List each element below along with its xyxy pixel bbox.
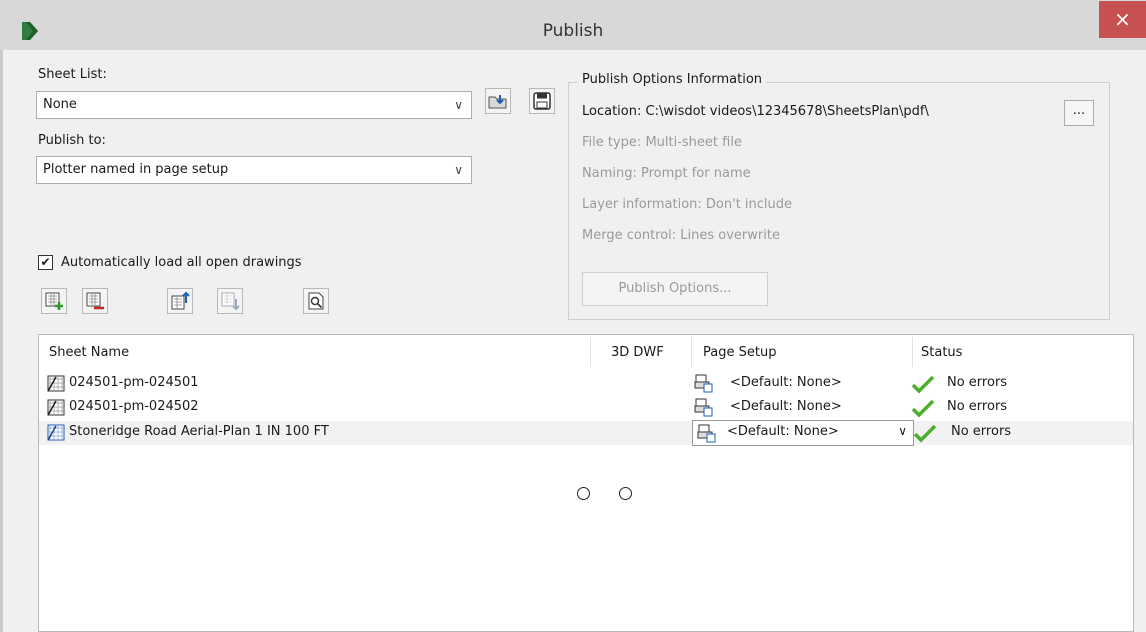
load-sheet-list-icon bbox=[488, 95, 507, 109]
loading-dot-icon bbox=[577, 487, 590, 500]
sheet-list-select[interactable]: None ∨ bbox=[36, 91, 472, 119]
status-text: No errors bbox=[947, 399, 1008, 414]
publish-to-label: Publish to: bbox=[38, 133, 106, 148]
save-sheet-list-button[interactable] bbox=[529, 88, 555, 114]
chevron-down-icon: ∨ bbox=[898, 424, 907, 438]
preview-button[interactable] bbox=[303, 288, 329, 314]
publish-to-select[interactable]: Plotter named in page setup ∨ bbox=[36, 156, 472, 184]
page-setup-select[interactable]: <Default: None> ∨ bbox=[692, 420, 914, 446]
move-sheet-down-icon bbox=[221, 292, 240, 311]
column-divider bbox=[912, 337, 913, 367]
sheet-table: Sheet Name 3D DWF Page Setup Status 0245… bbox=[38, 334, 1134, 632]
publish-options-button[interactable]: Publish Options... bbox=[582, 272, 768, 306]
add-sheets-icon bbox=[45, 292, 63, 310]
column-sheet-name[interactable]: Sheet Name bbox=[49, 345, 129, 360]
publish-dialog: Publish × Sheet List: None ∨ Publish to:… bbox=[0, 0, 1146, 632]
column-page-setup[interactable]: Page Setup bbox=[703, 345, 776, 360]
chevron-down-icon: ∨ bbox=[454, 163, 463, 177]
table-row[interactable]: 024501-pm-024501 <Default: None> No erro… bbox=[39, 372, 1133, 396]
browse-location-button[interactable]: ... bbox=[1064, 100, 1094, 126]
sheet-name: 024501-pm-024501 bbox=[69, 375, 199, 390]
check-icon bbox=[913, 424, 937, 443]
close-button[interactable]: × bbox=[1099, 1, 1146, 38]
column-divider bbox=[590, 337, 591, 367]
preview-icon bbox=[308, 292, 324, 310]
location-text: Location: C:\wisdot videos\12345678\Shee… bbox=[582, 104, 929, 119]
move-sheet-down-button[interactable] bbox=[217, 288, 243, 314]
page-setup-icon bbox=[694, 374, 713, 393]
add-sheets-button[interactable] bbox=[41, 288, 67, 314]
column-3d-dwf[interactable]: 3D DWF bbox=[611, 345, 664, 360]
save-sheet-list-icon bbox=[533, 92, 551, 110]
move-sheet-up-icon bbox=[171, 291, 190, 310]
load-sheet-list-button[interactable] bbox=[485, 88, 511, 114]
page-setup-icon bbox=[697, 424, 716, 443]
auto-load-label: Automatically load all open drawings bbox=[61, 255, 302, 270]
sheet-icon bbox=[47, 375, 65, 392]
window-title: Publish bbox=[542, 21, 604, 41]
left-border bbox=[0, 50, 3, 632]
naming-text: Naming: Prompt for name bbox=[582, 166, 751, 181]
column-status[interactable]: Status bbox=[921, 345, 962, 360]
column-divider bbox=[691, 337, 692, 367]
status-text: No errors bbox=[947, 375, 1008, 390]
layer-info-text: Layer information: Don't include bbox=[582, 197, 793, 212]
status-text: No errors bbox=[951, 424, 1012, 439]
merge-control-text: Merge control: Lines overwrite bbox=[582, 228, 780, 243]
move-sheet-up-button[interactable] bbox=[167, 288, 193, 314]
loading-dot-icon bbox=[619, 487, 632, 500]
page-setup-value: <Default: None> bbox=[730, 375, 842, 390]
publish-options-title: Publish Options Information bbox=[578, 72, 767, 87]
sheet-list-label: Sheet List: bbox=[38, 67, 107, 82]
table-row[interactable]: Stoneridge Road Aerial-Plan 1 IN 100 FT … bbox=[39, 421, 1133, 445]
check-icon bbox=[911, 399, 935, 418]
sheet-name: Stoneridge Road Aerial-Plan 1 IN 100 FT bbox=[69, 424, 329, 439]
table-row[interactable]: 024501-pm-024502 <Default: None> No erro… bbox=[39, 396, 1133, 420]
remove-sheets-icon bbox=[86, 292, 104, 310]
sheet-icon bbox=[47, 399, 65, 416]
remove-sheets-button[interactable] bbox=[82, 288, 108, 314]
sheet-list-value: None bbox=[43, 97, 77, 112]
check-icon bbox=[911, 375, 935, 394]
page-setup-icon bbox=[694, 398, 713, 417]
sheet-name: 024501-pm-024502 bbox=[69, 399, 199, 414]
sheet-icon bbox=[47, 424, 65, 441]
file-type-text: File type: Multi-sheet file bbox=[582, 135, 742, 150]
page-setup-value: <Default: None> bbox=[727, 424, 839, 439]
chevron-down-icon: ∨ bbox=[454, 98, 463, 112]
auto-load-checkbox[interactable]: ✔ bbox=[38, 255, 53, 270]
page-setup-value: <Default: None> bbox=[730, 399, 842, 414]
publish-to-value: Plotter named in page setup bbox=[43, 162, 229, 177]
